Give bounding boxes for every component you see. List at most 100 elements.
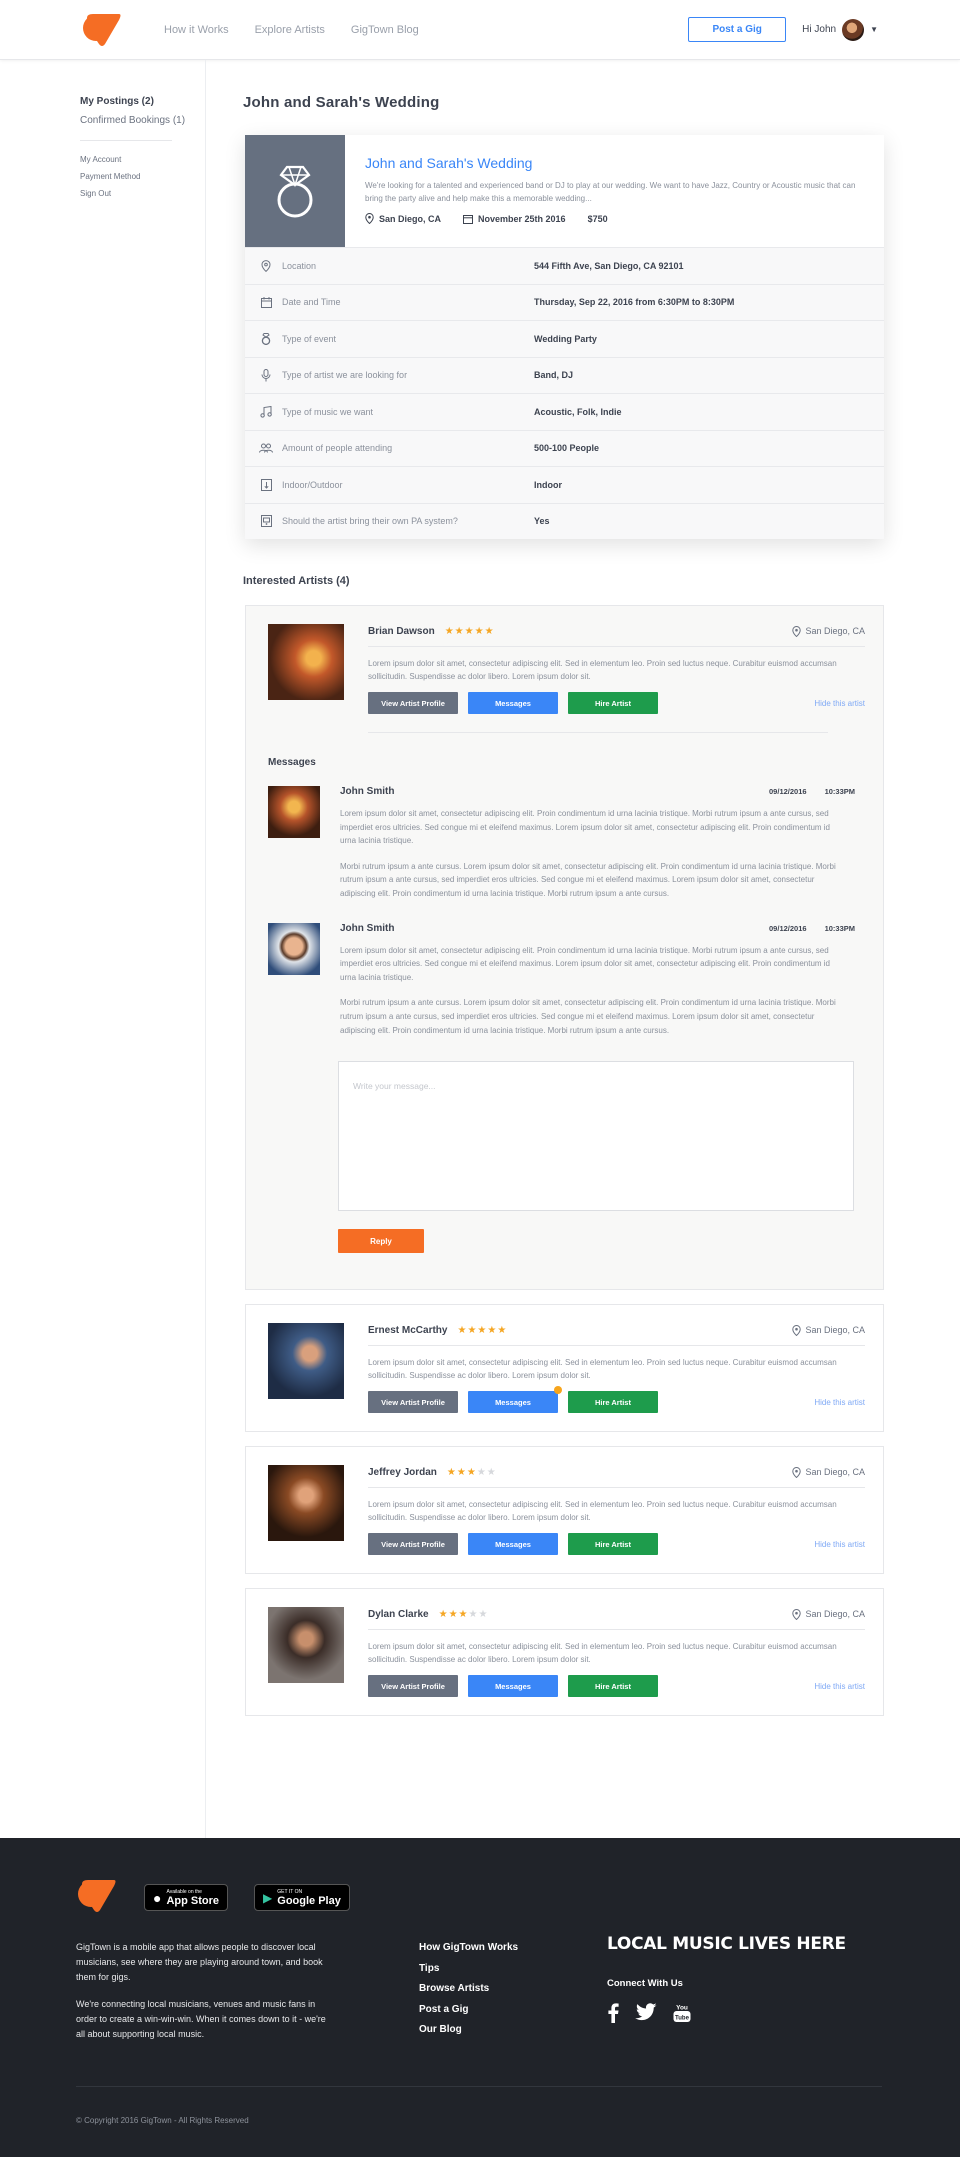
artist-name[interactable]: Dylan Clarke xyxy=(368,1609,429,1620)
artist-location: San Diego, CA xyxy=(792,1466,865,1478)
artist-location: San Diego, CA xyxy=(792,1608,865,1620)
messages-button[interactable]: Messages xyxy=(468,1386,562,1414)
artist-location: San Diego, CA xyxy=(792,625,865,637)
sidebar-item-confirmed-bookings[interactable]: Confirmed Bookings (1) xyxy=(80,115,205,126)
google-play-icon: ▶ xyxy=(263,1890,273,1905)
calendar-icon xyxy=(259,296,273,308)
detail-label: Date and Time xyxy=(282,297,341,308)
people-icon xyxy=(259,443,273,453)
detail-row: Type of event Wedding Party xyxy=(245,320,884,357)
footer-link-post-a-gig[interactable]: Post a Gig xyxy=(419,2004,518,2017)
hire-artist-button[interactable]: Hire Artist xyxy=(568,1533,658,1556)
pin-icon xyxy=(792,1466,802,1478)
footer-link-tips[interactable]: Tips xyxy=(419,1963,518,1976)
message-input[interactable]: Write your message... xyxy=(338,1061,854,1212)
star-icon: ★ xyxy=(467,1324,478,1336)
detail-value: 544 Fifth Ave, San Diego, CA 92101 xyxy=(534,260,684,271)
nav-how-it-works[interactable]: How it Works xyxy=(164,24,229,36)
detail-label: Amount of people attending xyxy=(282,443,393,454)
connect-title: Connect With Us xyxy=(607,1978,683,1989)
artist-bio: Lorem ipsum dolor sit amet, consectetur … xyxy=(368,1642,837,1665)
detail-row: Should the artist bring their own PA sys… xyxy=(245,502,884,540)
artist-photo[interactable] xyxy=(268,1323,344,1400)
artist-card: Brian Dawson ★★★★★ San Diego, CA Lorem i… xyxy=(245,605,884,1291)
artist-bio: Lorem ipsum dolor sit amet, consectetur … xyxy=(368,659,837,681)
sidebar-item-payment-method[interactable]: Payment Method xyxy=(80,172,205,181)
messages-button[interactable]: Messages xyxy=(468,1533,558,1556)
pin-icon xyxy=(365,213,374,224)
star-icon: ★ xyxy=(464,625,475,637)
detail-value: Acoustic, Folk, Indie xyxy=(534,406,622,417)
sidebar-item-sign-out[interactable]: Sign Out xyxy=(80,189,205,198)
artist-photo[interactable] xyxy=(268,1607,344,1684)
post-a-gig-button[interactable]: Post a Gig xyxy=(688,17,787,42)
artist-card: Jeffrey Jordan ★★★★★ San Diego, CA Lorem… xyxy=(245,1446,884,1575)
gigtown-logo[interactable] xyxy=(76,1878,118,1917)
rating-stars: ★★★★★ xyxy=(457,1325,507,1336)
message-text: Lorem ipsum dolor sit amet, consectetur … xyxy=(340,945,830,982)
detail-row: Location 544 Fifth Ave, San Diego, CA 921… xyxy=(245,247,884,284)
star-icon: ★ xyxy=(478,1608,489,1620)
footer-link-browse-artists[interactable]: Browse Artists xyxy=(419,1983,518,1996)
music-note-icon xyxy=(259,405,273,418)
messages-button[interactable]: Messages xyxy=(468,692,558,714)
hire-artist-button[interactable]: Hire Artist xyxy=(568,1391,658,1414)
nav-explore-artists[interactable]: Explore Artists xyxy=(255,24,325,36)
artist-name[interactable]: Ernest McCarthy xyxy=(368,1325,447,1336)
detail-label: Indoor/Outdoor xyxy=(282,479,343,490)
artist-name[interactable]: Jeffrey Jordan xyxy=(368,1467,437,1478)
hide-artist-link[interactable]: Hide this artist xyxy=(814,1540,865,1549)
youtube-icon[interactable]: Tube You xyxy=(673,2003,691,2026)
detail-value: Band, DJ xyxy=(534,370,574,381)
nav-gigtown-blog[interactable]: GigTown Blog xyxy=(351,24,419,36)
messages-button[interactable]: Messages xyxy=(468,1675,558,1698)
artist-photo[interactable] xyxy=(268,624,344,700)
twitter-icon[interactable] xyxy=(635,2003,657,2026)
pin-icon xyxy=(792,625,802,637)
rating-stars: ★★★★★ xyxy=(447,1467,497,1478)
artist-bio: Lorem ipsum dolor sit amet, consectetur … xyxy=(368,1500,837,1523)
reply-button[interactable]: Reply xyxy=(338,1229,424,1254)
view-artist-profile-button[interactable]: View Artist Profile xyxy=(368,1533,458,1556)
star-icon: ★ xyxy=(468,1608,479,1620)
view-artist-profile-button[interactable]: View Artist Profile xyxy=(368,1391,458,1414)
star-icon: ★ xyxy=(476,1466,487,1478)
hide-artist-link[interactable]: Hide this artist xyxy=(814,1398,865,1407)
sidebar-item-my-account[interactable]: My Account xyxy=(80,155,205,164)
hire-artist-button[interactable]: Hire Artist xyxy=(568,1675,658,1698)
star-icon: ★ xyxy=(454,625,465,637)
view-artist-profile-button[interactable]: View Artist Profile xyxy=(368,692,458,714)
chevron-down-icon[interactable]: ▼ xyxy=(870,25,878,34)
sidebar-item-my-postings[interactable]: My Postings (2) xyxy=(80,96,205,107)
detail-row: Indoor/Outdoor Indoor xyxy=(245,466,884,503)
footer: ● Available on the App Store ▶ GET IT ON G… xyxy=(0,1838,960,2157)
hide-artist-link[interactable]: Hide this artist xyxy=(814,1682,865,1691)
hire-artist-button[interactable]: Hire Artist xyxy=(568,692,658,714)
app-store-badge[interactable]: ● Available on the App Store xyxy=(144,1884,229,1911)
google-play-badge[interactable]: ▶ GET IT ON Google Play xyxy=(254,1884,350,1911)
user-avatar[interactable] xyxy=(842,18,865,41)
detail-row: Amount of people attending 500-100 People xyxy=(245,429,884,467)
artist-name[interactable]: Brian Dawson xyxy=(368,626,435,637)
detail-value: Thursday, Sep 22, 2016 from 6:30PM to 8:… xyxy=(534,297,735,308)
event-details: Location 544 Fifth Ave, San Diego, CA 921… xyxy=(245,247,884,539)
footer-links: How GigTown Works Tips Browse Artists Po… xyxy=(419,1942,518,2045)
star-icon: ★ xyxy=(456,1466,467,1478)
copyright: © Copyright 2016 GigTown - All Rights Re… xyxy=(76,2116,249,2125)
footer-link-how-it-works[interactable]: How GigTown Works xyxy=(419,1942,518,1955)
view-artist-profile-button[interactable]: View Artist Profile xyxy=(368,1675,458,1698)
message-placeholder: Write your message... xyxy=(353,1081,436,1092)
artist-card: Dylan Clarke ★★★★★ San Diego, CA Lorem i… xyxy=(245,1588,884,1717)
artist-photo[interactable] xyxy=(268,1465,344,1542)
hide-artist-link[interactable]: Hide this artist xyxy=(814,699,865,708)
gigtown-logo[interactable] xyxy=(80,11,124,49)
footer-divider xyxy=(76,2086,882,2087)
user-greeting[interactable]: Hi John xyxy=(802,24,836,35)
message-date: 09/12/2016 xyxy=(769,787,807,796)
event-title[interactable]: John and Sarah's Wedding xyxy=(365,155,864,171)
footer-link-our-blog[interactable]: Our Blog xyxy=(419,2024,518,2037)
star-icon: ★ xyxy=(458,1608,469,1620)
facebook-icon[interactable] xyxy=(607,2003,619,2026)
messages-title: Messages xyxy=(268,757,316,768)
message-item: John Smith 09/12/2016 10:33PM Lorem ipsu… xyxy=(268,786,855,901)
